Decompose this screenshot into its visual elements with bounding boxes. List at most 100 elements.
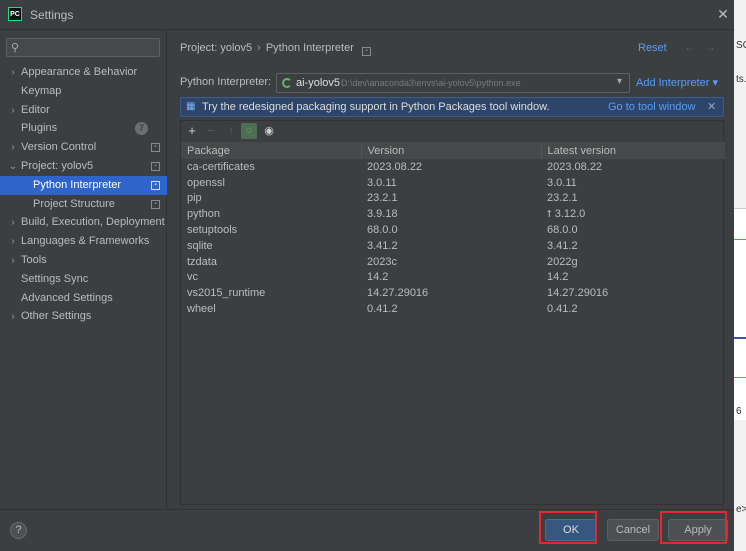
chevron-down-icon: ▾ [712,77,718,89]
sidebar-item-python-interpreter[interactable]: Python Interpreter ▪ [0,175,167,195]
table-row[interactable]: sqlite 3.41.2 3.41.2 [181,238,725,254]
remove-package-icon[interactable]: − [203,123,219,139]
package-latest-version-cell-text: 23.2.1 [547,192,578,205]
sidebar-item-label: Advanced Settings [21,291,113,304]
sidebar-item-editor[interactable]: › Editor [0,101,167,120]
chevron-down-icon[interactable]: ⌄ [8,157,18,176]
interpreter-dropdown[interactable]: ai-yolov5 D:\dev\anaconda3\envs\ai-yolov… [276,73,630,93]
chevron-right-icon[interactable]: › [8,232,18,251]
packages-panel: + − ↑ ◌ ◉ Package Version Latest version… [180,120,725,505]
add-package-icon[interactable]: + [184,123,200,139]
package-latest-version-cell-text: 2022g [547,255,578,268]
package-latest-version-cell: 2023.08.22 [541,159,725,175]
pycharm-app-icon: PC [8,7,22,21]
sidebar-item-tools[interactable]: › Tools [0,251,167,270]
chevron-down-icon: ▾ [617,76,623,87]
table-row[interactable]: python 3.9.18 ⭡ 3.12.0 [181,206,725,222]
upgrade-package-icon[interactable]: ↑ [223,123,239,139]
sidebar-item-label: Version Control [21,141,97,154]
column-header-version[interactable]: Version [361,142,542,159]
chevron-right-icon[interactable]: › [8,213,18,232]
package-name-cell-text: python [187,208,221,221]
table-row[interactable]: setuptools 68.0.0 68.0.0 [181,222,725,238]
show-early-releases-eye-icon[interactable]: ◉ [261,123,277,139]
package-version-cell-text: 0.41.2 [367,303,398,316]
package-latest-version-cell-text: 3.12.0 [554,208,586,221]
project-scope-icon: ▪ [151,199,160,209]
help-button[interactable]: ? [10,522,27,539]
package-version-cell-text: 2023.08.22 [367,160,423,173]
window-title: Settings [30,8,74,22]
sidebar-item-build-execution-deployment[interactable]: › Build, Execution, Deployment [0,213,167,232]
table-row[interactable]: tzdata 2023c 2022g [181,254,725,270]
package-version-cell-text: 68.0.0 [367,224,398,237]
package-name-cell-text: setuptools [187,224,238,237]
package-version-cell: 2023.08.22 [361,159,541,175]
package-latest-version-cell: 0.41.2 [541,301,725,317]
table-row[interactable]: ca-certificates 2023.08.22 2023.08.22 [181,159,725,175]
reset-link[interactable]: Reset [638,42,667,54]
back-arrow-icon[interactable]: ← [684,40,696,54]
column-header-package[interactable]: Package [181,142,362,159]
chevron-right-icon[interactable]: › [8,251,18,270]
package-version-cell: 14.2 [361,270,541,286]
package-name-cell: ca-certificates [181,159,361,175]
forward-arrow-icon[interactable]: → [704,40,716,54]
package-name-cell: openssl [181,175,361,191]
background-text: 6 [736,406,742,417]
package-name-cell: python [181,206,361,222]
banner-text: Try the redesigned packaging support in … [202,101,550,113]
sidebar-item-languages-frameworks[interactable]: › Languages & Frameworks [0,232,167,251]
background-text: SC [736,40,746,51]
sidebar-item-advanced-settings[interactable]: Advanced Settings [0,289,167,308]
package-latest-version-cell: 14.27.29016 [541,285,725,301]
add-interpreter-link[interactable]: Add Interpreter ▾ [636,76,718,89]
sidebar-item-project-yolov5[interactable]: ⌄ Project: yolov5 ▪ [0,157,167,176]
sidebar-item-settings-sync[interactable]: Settings Sync [0,270,167,289]
table-row[interactable]: wheel 0.41.2 0.41.2 [181,301,725,317]
close-button[interactable]: ✕ [715,6,731,22]
table-row[interactable]: vc 14.2 14.2 [181,270,725,286]
column-header-latest-version[interactable]: Latest version [541,142,725,159]
background-chart-line [734,239,746,240]
table-row[interactable]: vs2015_runtime 14.27.29016 14.27.29016 [181,285,725,301]
package-latest-version-cell-text: 68.0.0 [547,224,578,237]
package-latest-version-cell: 14.2 [541,270,725,286]
table-row[interactable]: openssl 3.0.11 3.0.11 [181,175,725,191]
packages-icon: ▦ [186,101,196,112]
package-latest-version-cell: 23.2.1 [541,191,725,207]
table-header-row: Package Version Latest version [181,142,725,159]
add-interpreter-label: Add Interpreter [636,77,710,89]
package-latest-version-cell-text: 14.2 [547,271,569,284]
package-name-cell-text: ca-certificates [187,160,255,173]
background-text: e> [736,504,746,515]
loading-spinner-icon [282,78,292,88]
sidebar-item-other-settings[interactable]: › Other Settings [0,307,167,326]
chevron-right-icon[interactable]: › [8,101,18,120]
cancel-button[interactable]: Cancel [607,519,659,541]
table-row[interactable]: pip 23.2.1 23.2.1 [181,191,725,207]
sidebar-item-version-control[interactable]: › Version Control ▪ [0,138,167,157]
go-to-tool-window-link[interactable]: Go to tool window [608,101,695,113]
upgrade-available-icon[interactable]: ⭡ [547,209,552,220]
dialog-button-bar: ? OK Cancel Apply [0,509,734,551]
package-name-cell: vs2015_runtime [181,285,361,301]
sidebar-item-appearance-behavior[interactable]: › Appearance & Behavior [0,63,167,82]
banner-close-icon[interactable]: ✕ [707,100,716,113]
breadcrumb-project[interactable]: Project: yolov5 [180,42,252,54]
chevron-right-icon[interactable]: › [8,138,18,157]
package-version-cell-text: 3.0.11 [367,176,397,189]
refresh-icon[interactable]: ◌ [241,123,257,139]
sidebar-item-keymap[interactable]: Keymap [0,82,167,101]
chevron-right-icon[interactable]: › [8,63,18,82]
chevron-right-icon[interactable]: › [8,307,18,326]
package-name-cell-text: wheel [187,303,216,316]
settings-search-input[interactable]: ⚲ [6,38,160,57]
package-version-cell: 3.0.11 [361,175,541,191]
breadcrumb-separator-icon: › [257,42,261,54]
package-version-cell: 0.41.2 [361,301,541,317]
package-latest-version-cell: 3.41.2 [541,238,725,254]
sidebar-item-project-structure[interactable]: Project Structure ▪ [0,195,167,214]
sidebar-item-plugins[interactable]: Plugins 7 [0,119,167,138]
sidebar-item-label: Python Interpreter [33,178,122,191]
